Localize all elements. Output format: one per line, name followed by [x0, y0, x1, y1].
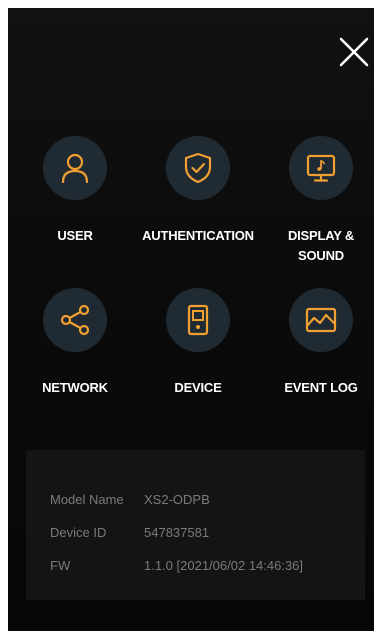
settings-screen: USER AUTHENTICATION DISPLAY & SOUND NETW… [8, 8, 374, 631]
menu-item-user[interactable]: USER [10, 136, 140, 266]
menu-label-event-log: EVENT LOG [284, 380, 358, 395]
display-sound-icon-circle [289, 136, 353, 200]
model-name-label: Model Name [50, 492, 124, 507]
menu-item-device[interactable]: DEVICE [133, 288, 263, 418]
authentication-icon-circle [166, 136, 230, 200]
network-icon-circle [43, 288, 107, 352]
device-info-panel: Model Name XS2-ODPB Device ID 547837581 … [26, 450, 365, 600]
close-icon [339, 37, 369, 67]
display-sound-icon [306, 154, 336, 182]
menu-item-network[interactable]: NETWORK [10, 288, 140, 418]
fw-value: 1.1.0 [2021/06/02 14:46:36] [144, 558, 304, 573]
user-icon [61, 153, 89, 184]
menu-item-display-sound[interactable]: DISPLAY & SOUND [256, 136, 374, 266]
menu-label-device: DEVICE [174, 380, 222, 395]
menu-label-display-sound: DISPLAY & SOUND [287, 228, 355, 263]
device-icon [187, 304, 209, 336]
image-log-icon [305, 307, 337, 333]
model-name-value: XS2-ODPB [144, 492, 210, 507]
device-icon-circle [166, 288, 230, 352]
close-button[interactable] [335, 33, 373, 71]
fw-label: FW [50, 558, 71, 573]
share-icon [60, 304, 90, 336]
menu-label-authentication: AUTHENTICATION [142, 228, 254, 243]
user-icon-circle [43, 136, 107, 200]
device-id-value: 547837581 [144, 525, 210, 540]
menu-label-user: USER [57, 228, 93, 243]
event-log-icon-circle [289, 288, 353, 352]
menu-item-event-log[interactable]: EVENT LOG [256, 288, 374, 418]
menu-label-network: NETWORK [42, 380, 108, 395]
shield-check-icon [184, 152, 212, 184]
device-id-label: Device ID [50, 525, 107, 540]
menu-item-authentication[interactable]: AUTHENTICATION [133, 136, 263, 266]
